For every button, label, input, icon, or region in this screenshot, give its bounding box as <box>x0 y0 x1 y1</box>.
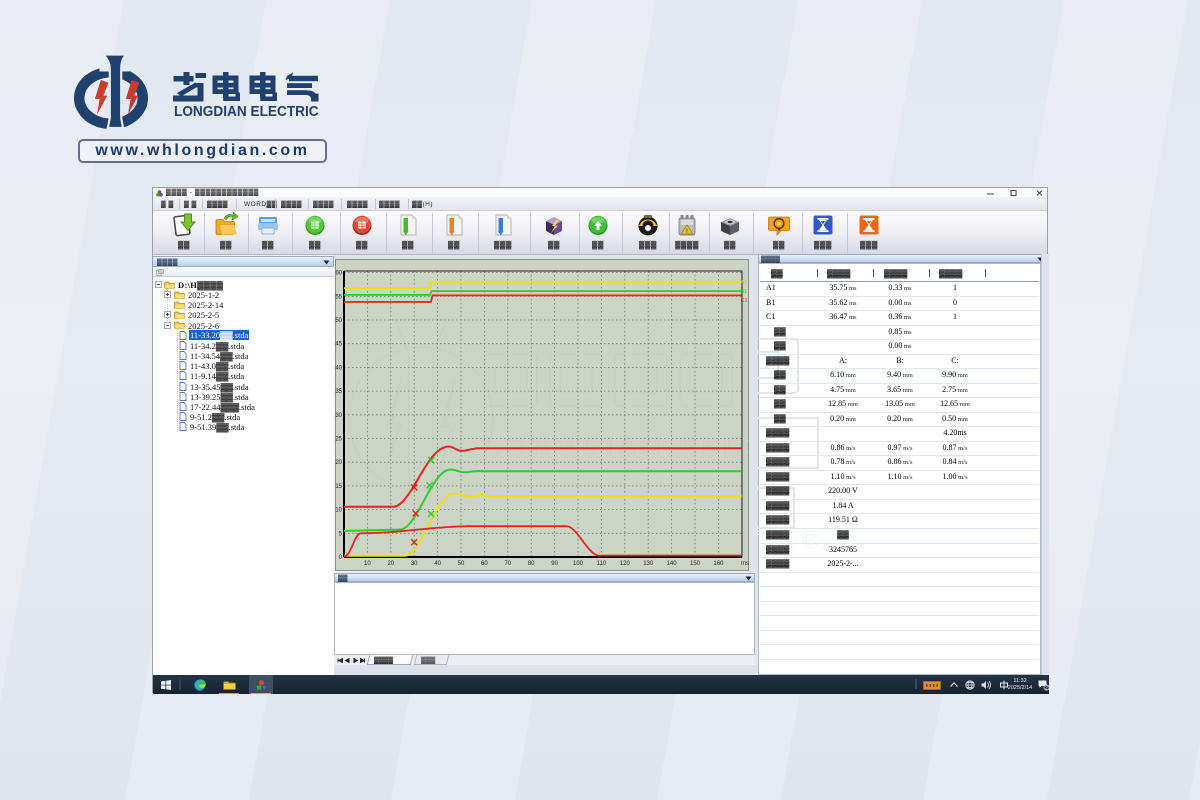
svg-text:0: 0 <box>339 555 343 561</box>
svg-text:20: 20 <box>387 561 394 567</box>
svg-text:5: 5 <box>339 531 343 537</box>
svg-text:60: 60 <box>481 561 488 567</box>
svg-text:50: 50 <box>458 561 465 567</box>
svg-text:60: 60 <box>335 271 342 277</box>
svg-text:40: 40 <box>434 561 441 567</box>
svg-text:40: 40 <box>335 365 342 371</box>
svg-text:10: 10 <box>335 508 342 514</box>
svg-text:160: 160 <box>713 561 724 567</box>
svg-text:80: 80 <box>528 561 535 567</box>
svg-text:20: 20 <box>335 460 342 466</box>
svg-text:110: 110 <box>597 561 607 567</box>
svg-text:120: 120 <box>620 561 631 567</box>
svg-text:70: 70 <box>504 561 511 567</box>
svg-text:15: 15 <box>335 484 342 490</box>
svg-text:30: 30 <box>411 561 418 567</box>
svg-text:150: 150 <box>690 561 701 567</box>
svg-text:35: 35 <box>335 389 342 395</box>
svg-text:140: 140 <box>667 561 678 567</box>
svg-text:130: 130 <box>643 561 654 567</box>
svg-text:45: 45 <box>335 342 342 348</box>
svg-text:B1: B1 <box>741 289 748 295</box>
svg-text:10: 10 <box>364 561 371 567</box>
svg-text:ms: ms <box>741 561 749 567</box>
svg-text:55: 55 <box>335 294 342 300</box>
svg-text:100: 100 <box>573 561 584 567</box>
svg-text:2: 2 <box>1045 685 1048 691</box>
svg-text:50: 50 <box>335 318 342 324</box>
svg-text:25: 25 <box>335 437 342 443</box>
svg-text:90: 90 <box>551 561 558 567</box>
svg-text:C1: C1 <box>741 298 748 304</box>
svg-text:LONGDIAN ELEC: LONGDIAN ELEC <box>485 433 749 461</box>
svg-text:30: 30 <box>335 413 342 419</box>
svg-text:A1: A1 <box>741 280 748 286</box>
